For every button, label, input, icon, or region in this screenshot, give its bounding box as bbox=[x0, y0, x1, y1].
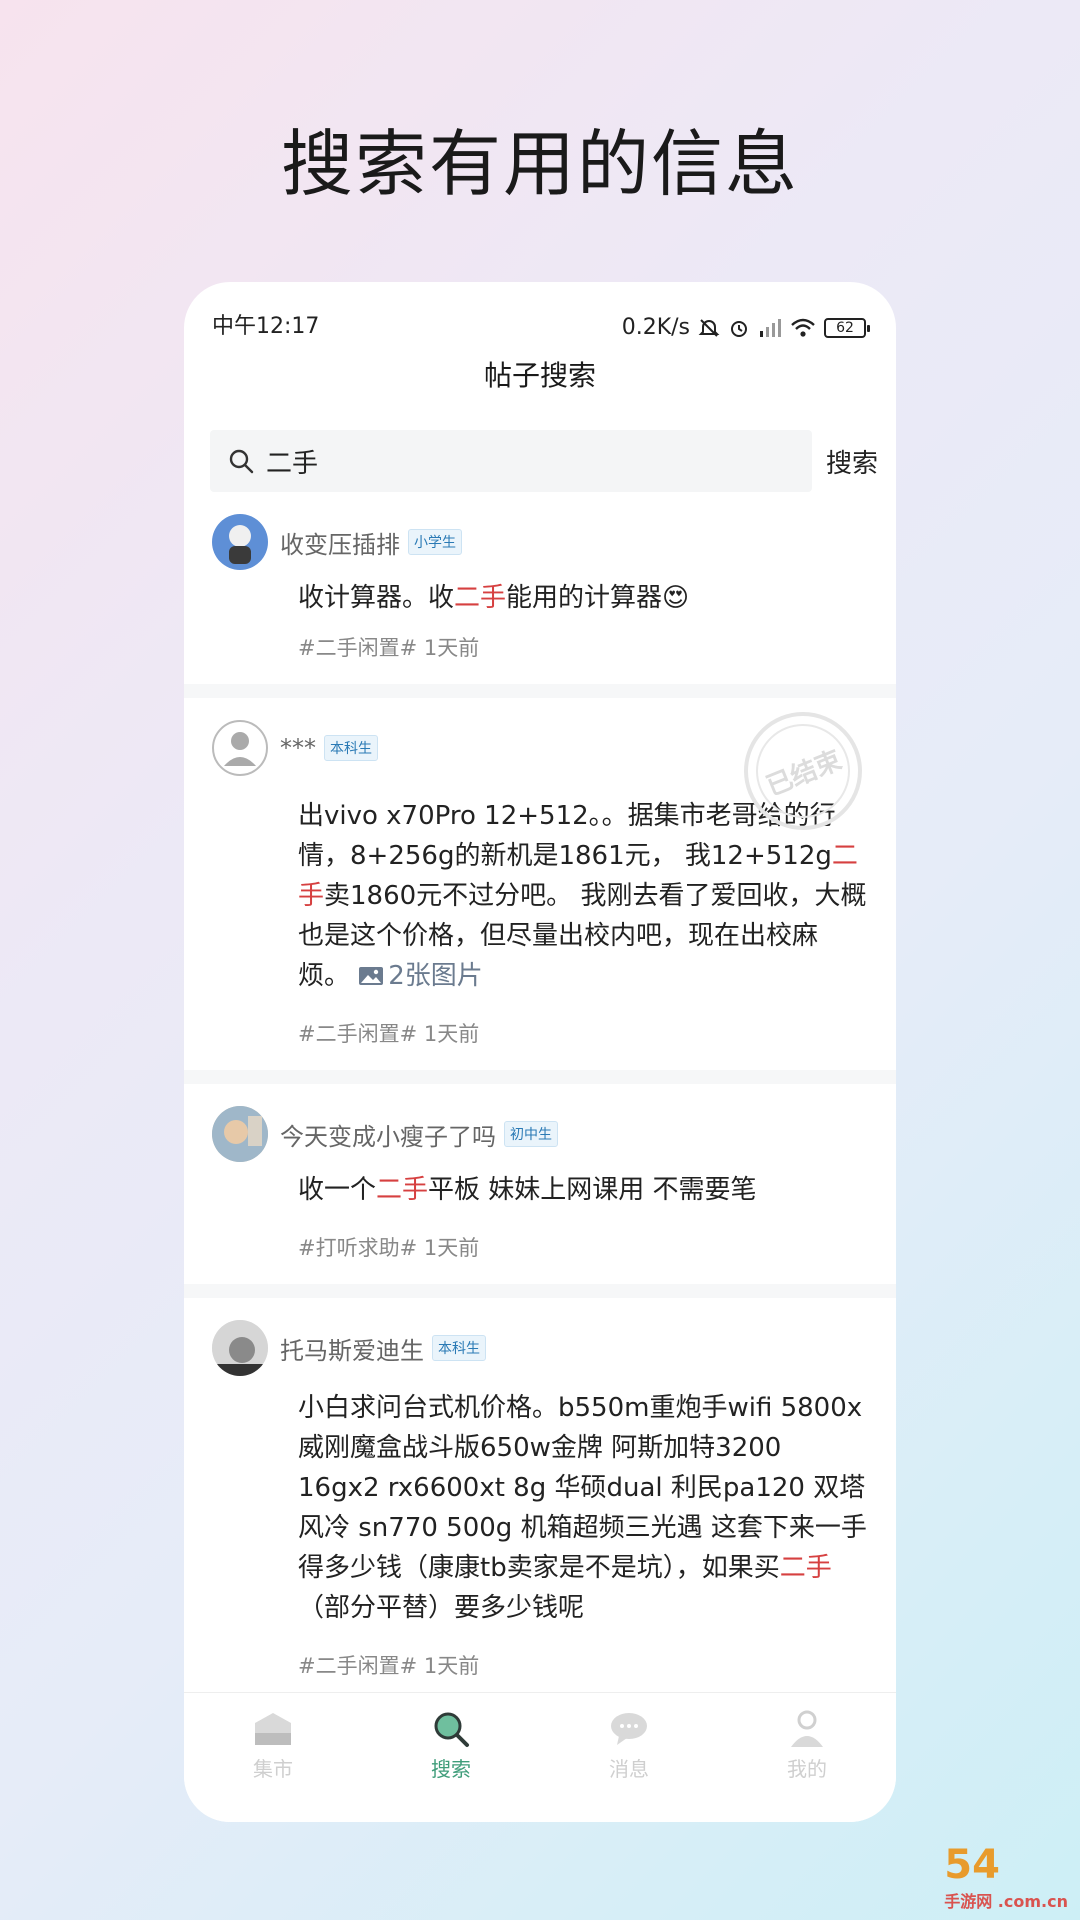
bottom-tab-bar: 集市 搜索 消息 我的 bbox=[184, 1692, 896, 1822]
post-time: 1天前 bbox=[423, 1236, 480, 1260]
tab-market[interactable]: 集市 bbox=[213, 1709, 333, 1822]
site-watermark-logo: 54 手游网 .com.cn bbox=[944, 1842, 1068, 1912]
tab-label: 搜索 bbox=[431, 1757, 471, 1781]
search-bar: 搜索 bbox=[210, 430, 882, 492]
battery-icon: 62 bbox=[824, 317, 870, 338]
search-highlight: 二手 bbox=[454, 583, 507, 613]
post-content[interactable]: 小白求问台式机价格。b550m重炮手wifi 5800x 威刚魔盒战斗版650w… bbox=[298, 1388, 868, 1628]
avatar[interactable] bbox=[212, 720, 268, 776]
post-content[interactable]: 收计算器。收二手能用的计算器😍 bbox=[298, 578, 868, 618]
wifi-icon bbox=[791, 318, 815, 337]
post-meta: #二手闲置# 1天前 bbox=[298, 1018, 868, 1048]
post-header: 收变压插排 小学生 bbox=[212, 512, 868, 572]
author-name[interactable]: 收变压插排 bbox=[280, 525, 400, 560]
watermark-site: 手游网 .com.cn bbox=[944, 1892, 1068, 1911]
post-item[interactable]: 今天变成小瘦子了吗 初中生 收一个二手平板 妹妹上网课用 不需要笔 #打听求助#… bbox=[184, 1084, 896, 1298]
post-text: 收计算器。收 bbox=[298, 583, 455, 613]
alarm-icon bbox=[731, 320, 747, 337]
page-title: 帖子搜索 bbox=[483, 359, 596, 392]
tab-label: 消息 bbox=[609, 1757, 649, 1781]
tab-profile[interactable]: 我的 bbox=[747, 1709, 867, 1822]
post-text: 出vivo x70Pro 12+512。。据集市老哥给的行情，8+256g的新机… bbox=[298, 801, 836, 871]
watermark-brand: 54 bbox=[944, 1842, 1000, 1888]
profile-icon bbox=[791, 1710, 823, 1747]
image-attachment-link[interactable]: 2张图片 bbox=[358, 961, 483, 991]
post-topic-tag[interactable]: #二手闲置# bbox=[298, 1022, 417, 1046]
post-topic-tag[interactable]: #打听求助# bbox=[298, 1236, 417, 1260]
author-name[interactable]: 今天变成小瘦子了吗 bbox=[280, 1117, 496, 1152]
post-text-rest: 平板 妹妹上网课用 不需要笔 bbox=[428, 1175, 757, 1205]
post-text-rest: 能用的计算器😍 bbox=[506, 583, 690, 613]
search-button[interactable]: 搜索 bbox=[826, 443, 878, 480]
search-input[interactable] bbox=[266, 446, 786, 476]
post-time: 1天前 bbox=[423, 636, 480, 660]
post-header: 托马斯爱迪生 本科生 bbox=[212, 1318, 868, 1378]
net-speed: 0.2K/s bbox=[621, 315, 690, 340]
status-bar: 中午12:17 0.2K/s 62 bbox=[184, 282, 896, 344]
search-highlight: 二手 bbox=[779, 1553, 832, 1583]
user-level-badge: 小学生 bbox=[408, 529, 462, 555]
post-meta: #打听求助# 1天前 bbox=[298, 1232, 868, 1262]
status-time: 中午12:17 bbox=[212, 314, 320, 339]
search-highlight: 二手 bbox=[376, 1175, 429, 1205]
post-topic-tag[interactable]: #二手闲置# bbox=[298, 636, 417, 660]
search-icon bbox=[434, 1712, 469, 1747]
image-icon bbox=[359, 967, 384, 985]
post-time: 1天前 bbox=[423, 1022, 480, 1046]
post-content[interactable]: 收一个二手平板 妹妹上网课用 不需要笔 bbox=[298, 1170, 868, 1210]
avatar[interactable] bbox=[212, 514, 268, 570]
post-meta: #二手闲置# 1天前 bbox=[298, 632, 868, 662]
tab-label: 我的 bbox=[787, 1757, 827, 1781]
image-count: 2张图片 bbox=[388, 961, 483, 991]
tab-label: 集市 bbox=[253, 1757, 293, 1781]
user-level-badge: 本科生 bbox=[432, 1335, 486, 1361]
post-item[interactable]: 收变压插排 小学生 收计算器。收二手能用的计算器😍 #二手闲置# 1天前 bbox=[184, 504, 896, 698]
user-level-badge: 本科生 bbox=[324, 735, 378, 761]
post-header: 今天变成小瘦子了吗 初中生 bbox=[212, 1104, 868, 1164]
post-meta: #二手闲置# 1天前 bbox=[298, 1650, 868, 1680]
author-name[interactable]: 托马斯爱迪生 bbox=[280, 1331, 424, 1366]
mute-bell-icon bbox=[698, 318, 720, 337]
post-text: 收一个 bbox=[298, 1175, 377, 1205]
tab-messages[interactable]: 消息 bbox=[569, 1709, 689, 1822]
user-level-badge: 初中生 bbox=[504, 1121, 558, 1147]
post-text-rest: （部分平替）要多少钱呢 bbox=[298, 1593, 585, 1623]
post-item[interactable]: 已结束 *** 本科生 出vivo x70Pro 12+512。。据集市老哥给的… bbox=[184, 694, 896, 1084]
message-icon bbox=[611, 1713, 647, 1745]
post-topic-tag[interactable]: #二手闲置# bbox=[298, 1654, 417, 1678]
post-list: 收变压插排 小学生 收计算器。收二手能用的计算器😍 #二手闲置# 1天前 已结束… bbox=[184, 504, 896, 1716]
phone-screen: 中午12:17 0.2K/s 62 帖子搜索 搜索 收变压插排 小学生 bbox=[184, 282, 896, 1822]
author-name[interactable]: *** bbox=[280, 734, 316, 762]
post-time: 1天前 bbox=[423, 1654, 480, 1678]
post-item[interactable]: 托马斯爱迪生 本科生 小白求问台式机价格。b550m重炮手wifi 5800x … bbox=[184, 1298, 896, 1716]
market-icon bbox=[255, 1713, 291, 1745]
avatar[interactable] bbox=[212, 1106, 268, 1162]
tab-search[interactable]: 搜索 bbox=[391, 1709, 511, 1822]
search-box[interactable] bbox=[210, 430, 812, 492]
status-icons: 0.2K/s 62 bbox=[621, 315, 870, 340]
signal-icon bbox=[760, 318, 781, 337]
search-icon bbox=[229, 449, 254, 474]
avatar[interactable] bbox=[212, 1320, 268, 1376]
promo-headline: 搜索有用的信息 bbox=[280, 122, 799, 206]
